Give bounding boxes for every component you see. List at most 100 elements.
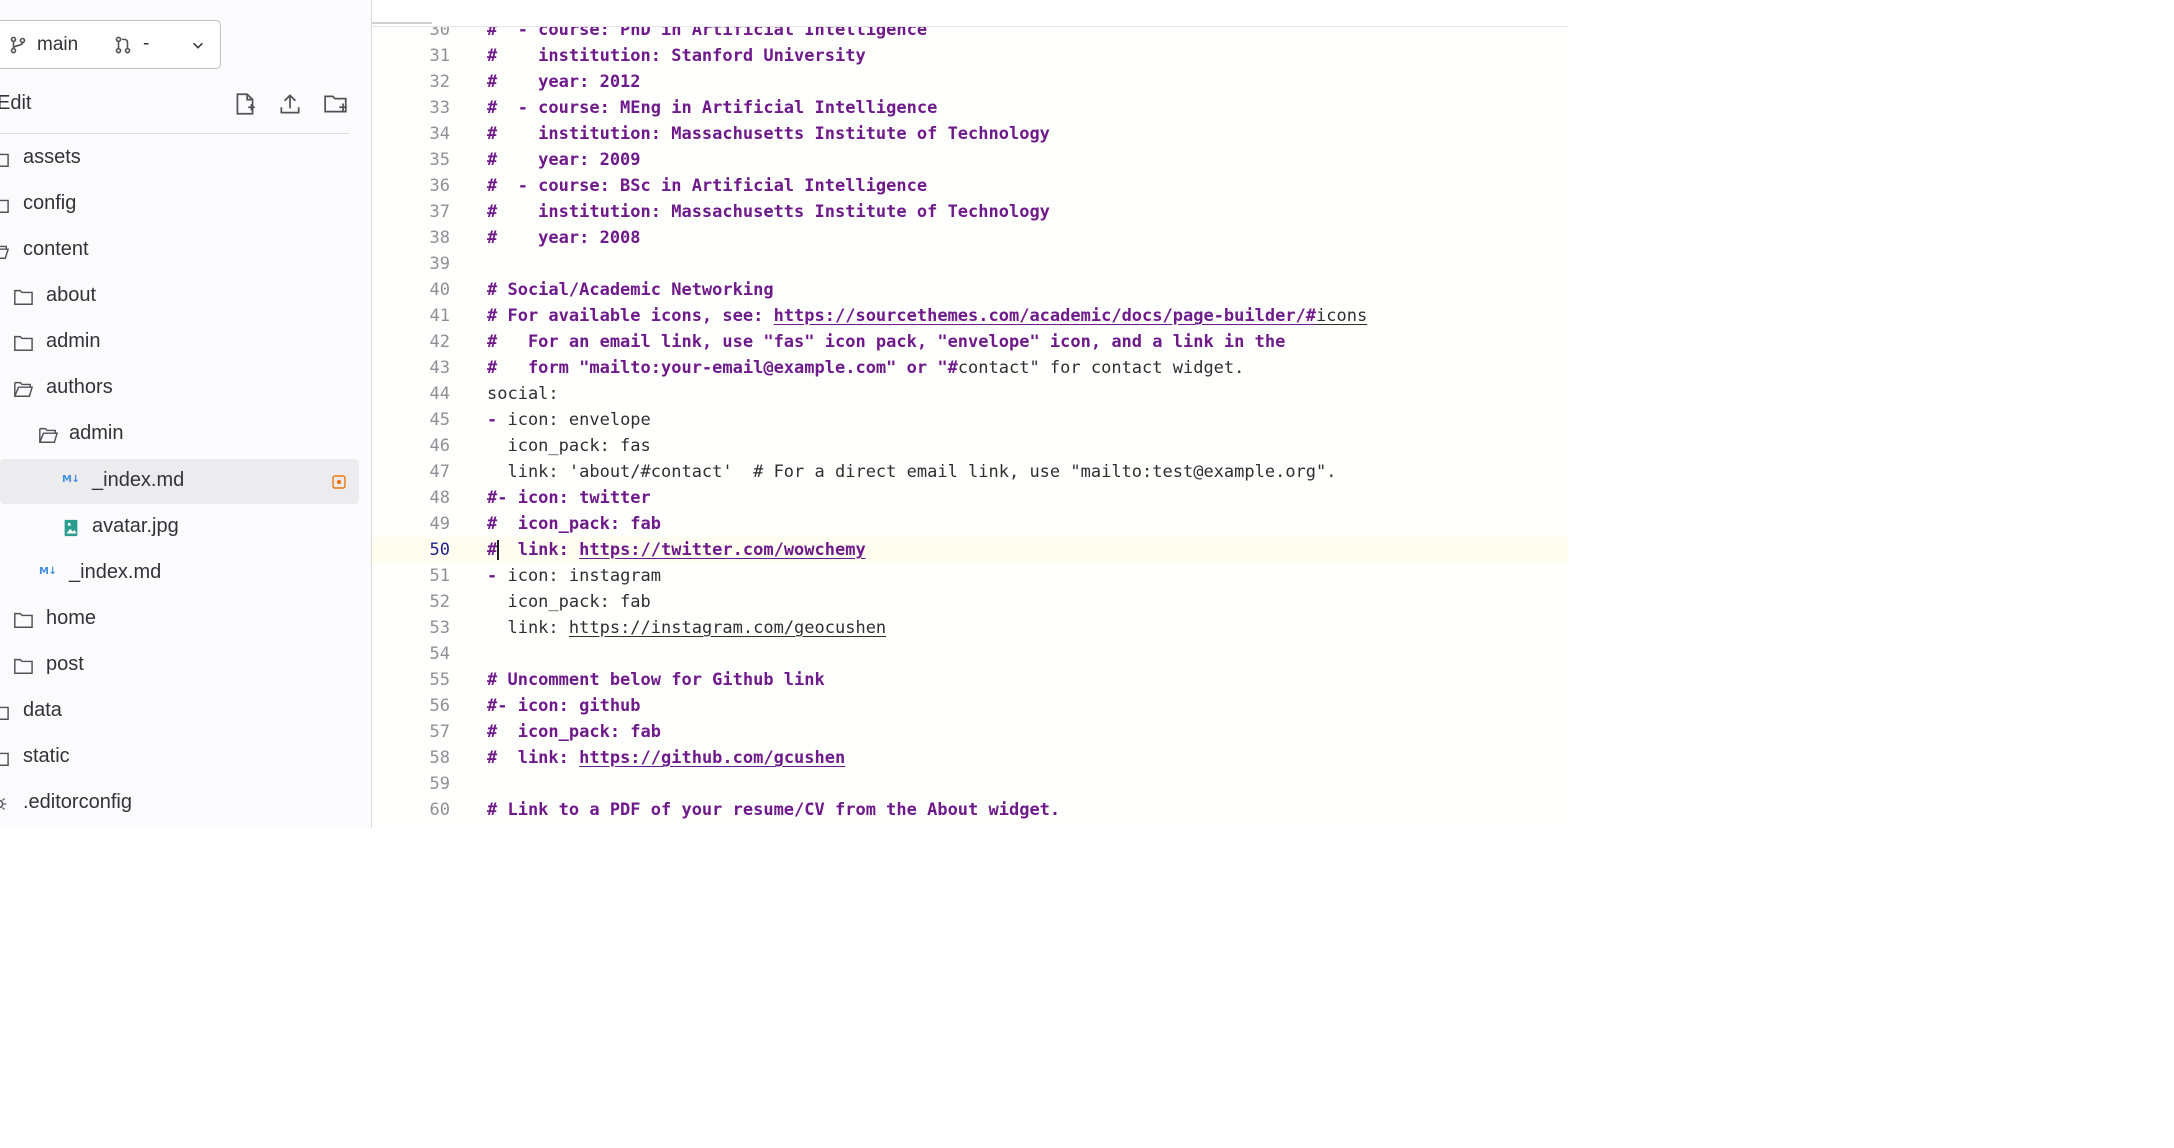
code-link[interactable]: https://twitter.com/wowchemy (579, 540, 866, 560)
tree-folder-post[interactable]: post (0, 643, 359, 688)
code-line[interactable]: 57 # icon_pack: fab (372, 719, 1568, 745)
file-modified-icon (332, 475, 346, 489)
code-line[interactable]: 58 # link: https://github.com/gcushen (372, 745, 1568, 771)
code-text: icon_pack: fab (487, 589, 650, 615)
code-text: # - course: BSc in Artificial Intelligen… (487, 173, 927, 199)
code-link[interactable]: https://github.com/gcushen (579, 748, 845, 768)
tree-file-index.md[interactable]: M↓ _index.md (0, 551, 359, 596)
code-token: # Link to a PDF of your resume/CV from t… (487, 800, 1061, 820)
code-line[interactable]: 31 # institution: Stanford University (372, 43, 1568, 69)
code-line[interactable]: 45 - icon: envelope (372, 407, 1568, 433)
folder-icon (14, 289, 33, 305)
code-line[interactable]: 42 # For an email link, use "fas" icon pa… (372, 329, 1568, 355)
code-line[interactable]: 50 # link: https://twitter.com/wowchemy (372, 537, 1568, 563)
code-line[interactable]: 53 link: https://instagram.com/geocushen (372, 615, 1568, 641)
code-token: # For an email link, use "fas" icon pack… (487, 332, 1286, 352)
code-line[interactable]: 49 # icon_pack: fab (372, 511, 1568, 537)
code-token: # - course: MEng in Artificial Intellige… (487, 98, 938, 118)
code-line[interactable]: 46 icon_pack: fas (372, 433, 1568, 459)
tree-file-index.md[interactable]: M↓ _index.md (0, 459, 359, 504)
branch-selector[interactable]: main - (0, 20, 221, 69)
code-token: link: (487, 618, 569, 638)
code-link[interactable]: https://sourcethemes.com/academic/docs/p… (774, 306, 1316, 326)
line-number: 49 (429, 514, 450, 534)
code-token: # year: 2009 (487, 150, 641, 170)
code-line[interactable]: 41 # For available icons, see: https://so… (372, 303, 1568, 329)
text-cursor (497, 540, 499, 560)
code-text: # institution: Massachusetts Institute o… (487, 199, 1050, 225)
code-line[interactable]: 38 # year: 2008 (372, 225, 1568, 251)
line-number: 55 (429, 670, 450, 690)
code-line[interactable]: 40 # Social/Academic Networking (372, 277, 1568, 303)
code-text: link: 'about/#contact' # For a direct em… (487, 459, 1336, 485)
tree-folder-data[interactable]: data (0, 689, 359, 734)
line-number: 35 (429, 150, 450, 170)
tree-item-label: _index.md (69, 561, 162, 583)
tree-item-label: post (46, 653, 84, 675)
code-line[interactable]: 48 #- icon: twitter (372, 485, 1568, 511)
code-text: # institution: Massachusetts Institute o… (487, 121, 1050, 147)
code-line[interactable]: 55 # Uncomment below for Github link (372, 667, 1568, 693)
upload-icon[interactable] (277, 91, 303, 117)
line-number: 34 (429, 124, 450, 144)
branch-icon (10, 36, 26, 54)
code-token: # icon_pack: fab (487, 722, 661, 742)
code-line[interactable]: 32 # year: 2012 (372, 69, 1568, 95)
code-line[interactable]: 34 # institution: Massachusetts Institute… (372, 121, 1568, 147)
code-line[interactable]: 36 # - course: BSc in Artificial Intellig… (372, 173, 1568, 199)
code-text: # Link to a PDF of your resume/CV from t… (487, 797, 1060, 823)
tree-folder-content[interactable]: content (0, 228, 359, 273)
code-line[interactable]: 60 # Link to a PDF of your resume/CV from… (372, 797, 1568, 823)
tree-folder-authors[interactable]: authors (0, 366, 359, 411)
tree-folder-static[interactable]: static (0, 735, 359, 780)
code-text: # year: 2012 (487, 69, 641, 95)
tree-folder-home[interactable]: home (0, 597, 359, 642)
code-token: # link: (487, 540, 580, 560)
folder-icon (0, 706, 9, 720)
folder-icon (0, 199, 9, 213)
line-number: 38 (429, 228, 450, 248)
folder-open-icon (39, 427, 59, 443)
code-token: # icon_pack: fab (487, 514, 661, 534)
code-line[interactable]: 37 # institution: Massachusetts Institute… (372, 199, 1568, 225)
tree-folder-about[interactable]: about (0, 274, 359, 319)
code-link[interactable]: icons (1316, 306, 1367, 326)
tree-file-avatar.jpg[interactable]: avatar.jpg (0, 505, 359, 550)
new-folder-icon[interactable] (323, 91, 349, 117)
code-line[interactable]: 52 icon_pack: fab (372, 589, 1568, 615)
tree-file-editorconfig[interactable]: .editorconfig (0, 781, 359, 826)
code-token: # form "mailto:your-email@example.com" o… (487, 358, 958, 378)
code-line[interactable]: 39 (372, 251, 1568, 277)
tree-folder-assets[interactable]: assets (0, 136, 359, 181)
code-text: # For an email link, use "fas" icon pack… (487, 329, 1285, 355)
code-line[interactable]: 51 - icon: instagram (372, 563, 1568, 589)
code-line[interactable]: 54 (372, 641, 1568, 667)
folder-icon (0, 752, 9, 766)
line-number: 31 (429, 46, 450, 66)
code-editor[interactable]: 30 # - course: PhD in Artificial Intellig… (372, 0, 1568, 828)
code-token: # Social/Academic Networking (487, 280, 774, 300)
tree-folder-config[interactable]: config (0, 182, 359, 227)
markdown-icon: M↓ (62, 474, 80, 485)
code-line[interactable]: 35 # year: 2009 (372, 147, 1568, 173)
code-text: # - course: MEng in Artificial Intellige… (487, 95, 937, 121)
code-line[interactable]: 33 # - course: MEng in Artificial Intelli… (372, 95, 1568, 121)
line-number: 50 (429, 540, 450, 560)
tree-folder-admin[interactable]: admin (0, 320, 359, 365)
code-line[interactable]: 47 link: 'about/#contact' # For a direct… (372, 459, 1568, 485)
new-file-icon[interactable] (232, 91, 258, 117)
code-token: # - course: BSc in Artificial Intelligen… (487, 176, 928, 196)
code-line[interactable]: 56 #- icon: github (372, 693, 1568, 719)
code-line[interactable]: 59 (372, 771, 1568, 797)
tree-item-label: about (46, 284, 97, 306)
code-text: - icon: instagram (487, 563, 661, 589)
line-number: 42 (429, 332, 450, 352)
line-number: 59 (429, 774, 450, 794)
code-text: # link: https://github.com/gcushen (487, 745, 845, 771)
code-line[interactable]: 43 # form "mailto:your-email@example.com"… (372, 355, 1568, 381)
code-line[interactable]: 44 social: (372, 381, 1568, 407)
line-number: 36 (429, 176, 450, 196)
code-text: #- icon: twitter (487, 485, 651, 511)
tree-folder-admin[interactable]: admin (0, 412, 359, 457)
code-link[interactable]: https://instagram.com/geocushen (569, 618, 886, 638)
